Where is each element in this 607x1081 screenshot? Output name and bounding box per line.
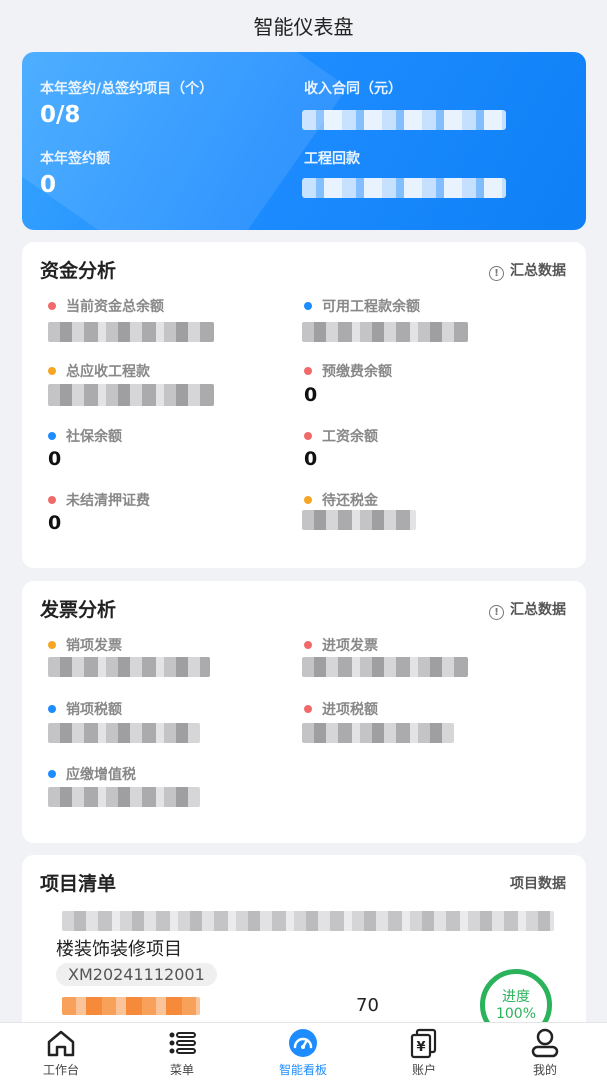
tab-label: 账户	[411, 1063, 436, 1077]
invoice-item-label: 销项发票	[48, 635, 122, 655]
invoice-summary-link[interactable]: ! 汇总数据	[489, 599, 566, 620]
info-icon: !	[489, 605, 504, 620]
fund-item-value: 0	[304, 384, 318, 406]
tab-mine[interactable]: 我的	[500, 1023, 590, 1081]
tab-account[interactable]: ¥ 账户	[379, 1023, 469, 1081]
invoice-item-value-redacted	[302, 657, 468, 677]
page-title: 智能仪表盘	[253, 15, 354, 39]
fund-item-label: 工资余额	[304, 426, 378, 446]
invoice-item-value-redacted	[302, 723, 454, 743]
fund-item-label: 可用工程款余额	[304, 296, 420, 316]
invoice-item-value-redacted	[48, 657, 210, 677]
funds-summary-label: 汇总数据	[510, 263, 566, 279]
project-amount-redacted	[62, 997, 200, 1015]
signed-projects-label: 本年签约/总签约项目（个）	[40, 81, 214, 97]
fund-item-value: 0	[48, 512, 62, 534]
fund-item-label: 当前资金总余额	[48, 296, 164, 316]
signed-projects-value: 0/8	[40, 102, 81, 128]
dashboard-gauge-icon	[289, 1029, 317, 1057]
project-return-value-redacted	[302, 178, 506, 198]
fund-item-value-redacted	[302, 322, 468, 342]
fund-item-value: 0	[48, 448, 62, 470]
status-dot	[48, 641, 56, 649]
invoice-title: 发票分析	[40, 599, 117, 621]
fund-item-value-redacted	[48, 384, 214, 406]
summary-banner: 本年签约/总签约项目（个） 0/8 收入合同（元） 本年签约额 0 工程回款	[22, 52, 586, 230]
invoice-item-value-redacted	[48, 723, 200, 743]
fund-item-value-redacted	[302, 510, 416, 530]
fund-item-label: 预缴费余额	[304, 361, 392, 381]
fund-item-value: 0	[304, 448, 318, 470]
status-dot	[48, 496, 56, 504]
status-dot	[304, 641, 312, 649]
income-contract-label: 收入合同（元）	[304, 81, 402, 97]
home-icon	[47, 1030, 75, 1057]
signed-amount-value: 0	[40, 172, 57, 198]
project-return-label: 工程回款	[304, 151, 360, 167]
invoice-item-label: 进项税额	[304, 699, 378, 719]
status-dot	[304, 496, 312, 504]
info-icon: !	[489, 266, 504, 281]
progress-label: 进度	[502, 989, 530, 1005]
tab-menu[interactable]: 菜单	[137, 1023, 227, 1081]
status-dot	[304, 432, 312, 440]
invoice-item-value-redacted	[48, 787, 200, 807]
fund-item-label: 未结清押证费	[48, 490, 150, 510]
status-dot	[48, 432, 56, 440]
signed-amount-label: 本年签约额	[40, 151, 110, 167]
fund-item-value-redacted	[48, 322, 214, 342]
funds-summary-link[interactable]: ! 汇总数据	[489, 260, 566, 281]
funds-title: 资金分析	[40, 260, 117, 282]
funds-analysis-card: 资金分析 ! 汇总数据 当前资金总余额 可用工程款余额 总应收工程款 预缴费余额 …	[22, 242, 586, 568]
progress-value: 100%	[495, 1006, 537, 1022]
menu-list-icon	[169, 1032, 196, 1054]
status-dot	[48, 302, 56, 310]
project-data-link[interactable]: 项目数据	[510, 873, 566, 893]
status-dot	[48, 770, 56, 778]
tab-smart-dashboard[interactable]: 智能看板	[258, 1023, 348, 1081]
invoice-summary-label: 汇总数据	[510, 602, 566, 618]
status-dot	[304, 302, 312, 310]
tab-label: 智能看板	[278, 1063, 327, 1077]
invoice-item-label: 销项税额	[48, 699, 122, 719]
fund-item-label: 待还税金	[304, 490, 378, 510]
status-dot	[48, 367, 56, 375]
invoice-item-label: 进项发票	[304, 635, 378, 655]
invoice-analysis-card: 发票分析 ! 汇总数据 销项发票 进项发票 销项税额 进项税额 应缴增值税	[22, 581, 586, 843]
account-yen-icon: ¥	[410, 1028, 437, 1059]
status-dot	[304, 705, 312, 713]
project-name[interactable]: 楼装饰装修项目	[56, 935, 182, 961]
fund-item-label: 社保余额	[48, 426, 122, 446]
tab-label: 菜单	[169, 1063, 194, 1077]
tab-label: 工作台	[42, 1063, 79, 1077]
svg-text:¥: ¥	[416, 1040, 425, 1055]
invoice-item-label: 应缴增值税	[48, 764, 136, 784]
projects-title: 项目清单	[40, 873, 117, 895]
fund-item-label: 总应收工程款	[48, 361, 150, 381]
project-row-redacted	[62, 911, 554, 931]
user-icon	[531, 1028, 559, 1058]
tab-label: 我的	[532, 1063, 557, 1077]
status-dot	[48, 705, 56, 713]
tab-workbench[interactable]: 工作台	[16, 1023, 106, 1081]
project-count: 70	[356, 995, 379, 1016]
income-contract-value-redacted	[302, 110, 506, 130]
bottom-tab-bar: 工作台 菜单 智能看板 ¥ 账户 我的	[0, 1022, 607, 1081]
status-dot	[304, 367, 312, 375]
project-code-badge: XM20241112001	[56, 963, 217, 986]
